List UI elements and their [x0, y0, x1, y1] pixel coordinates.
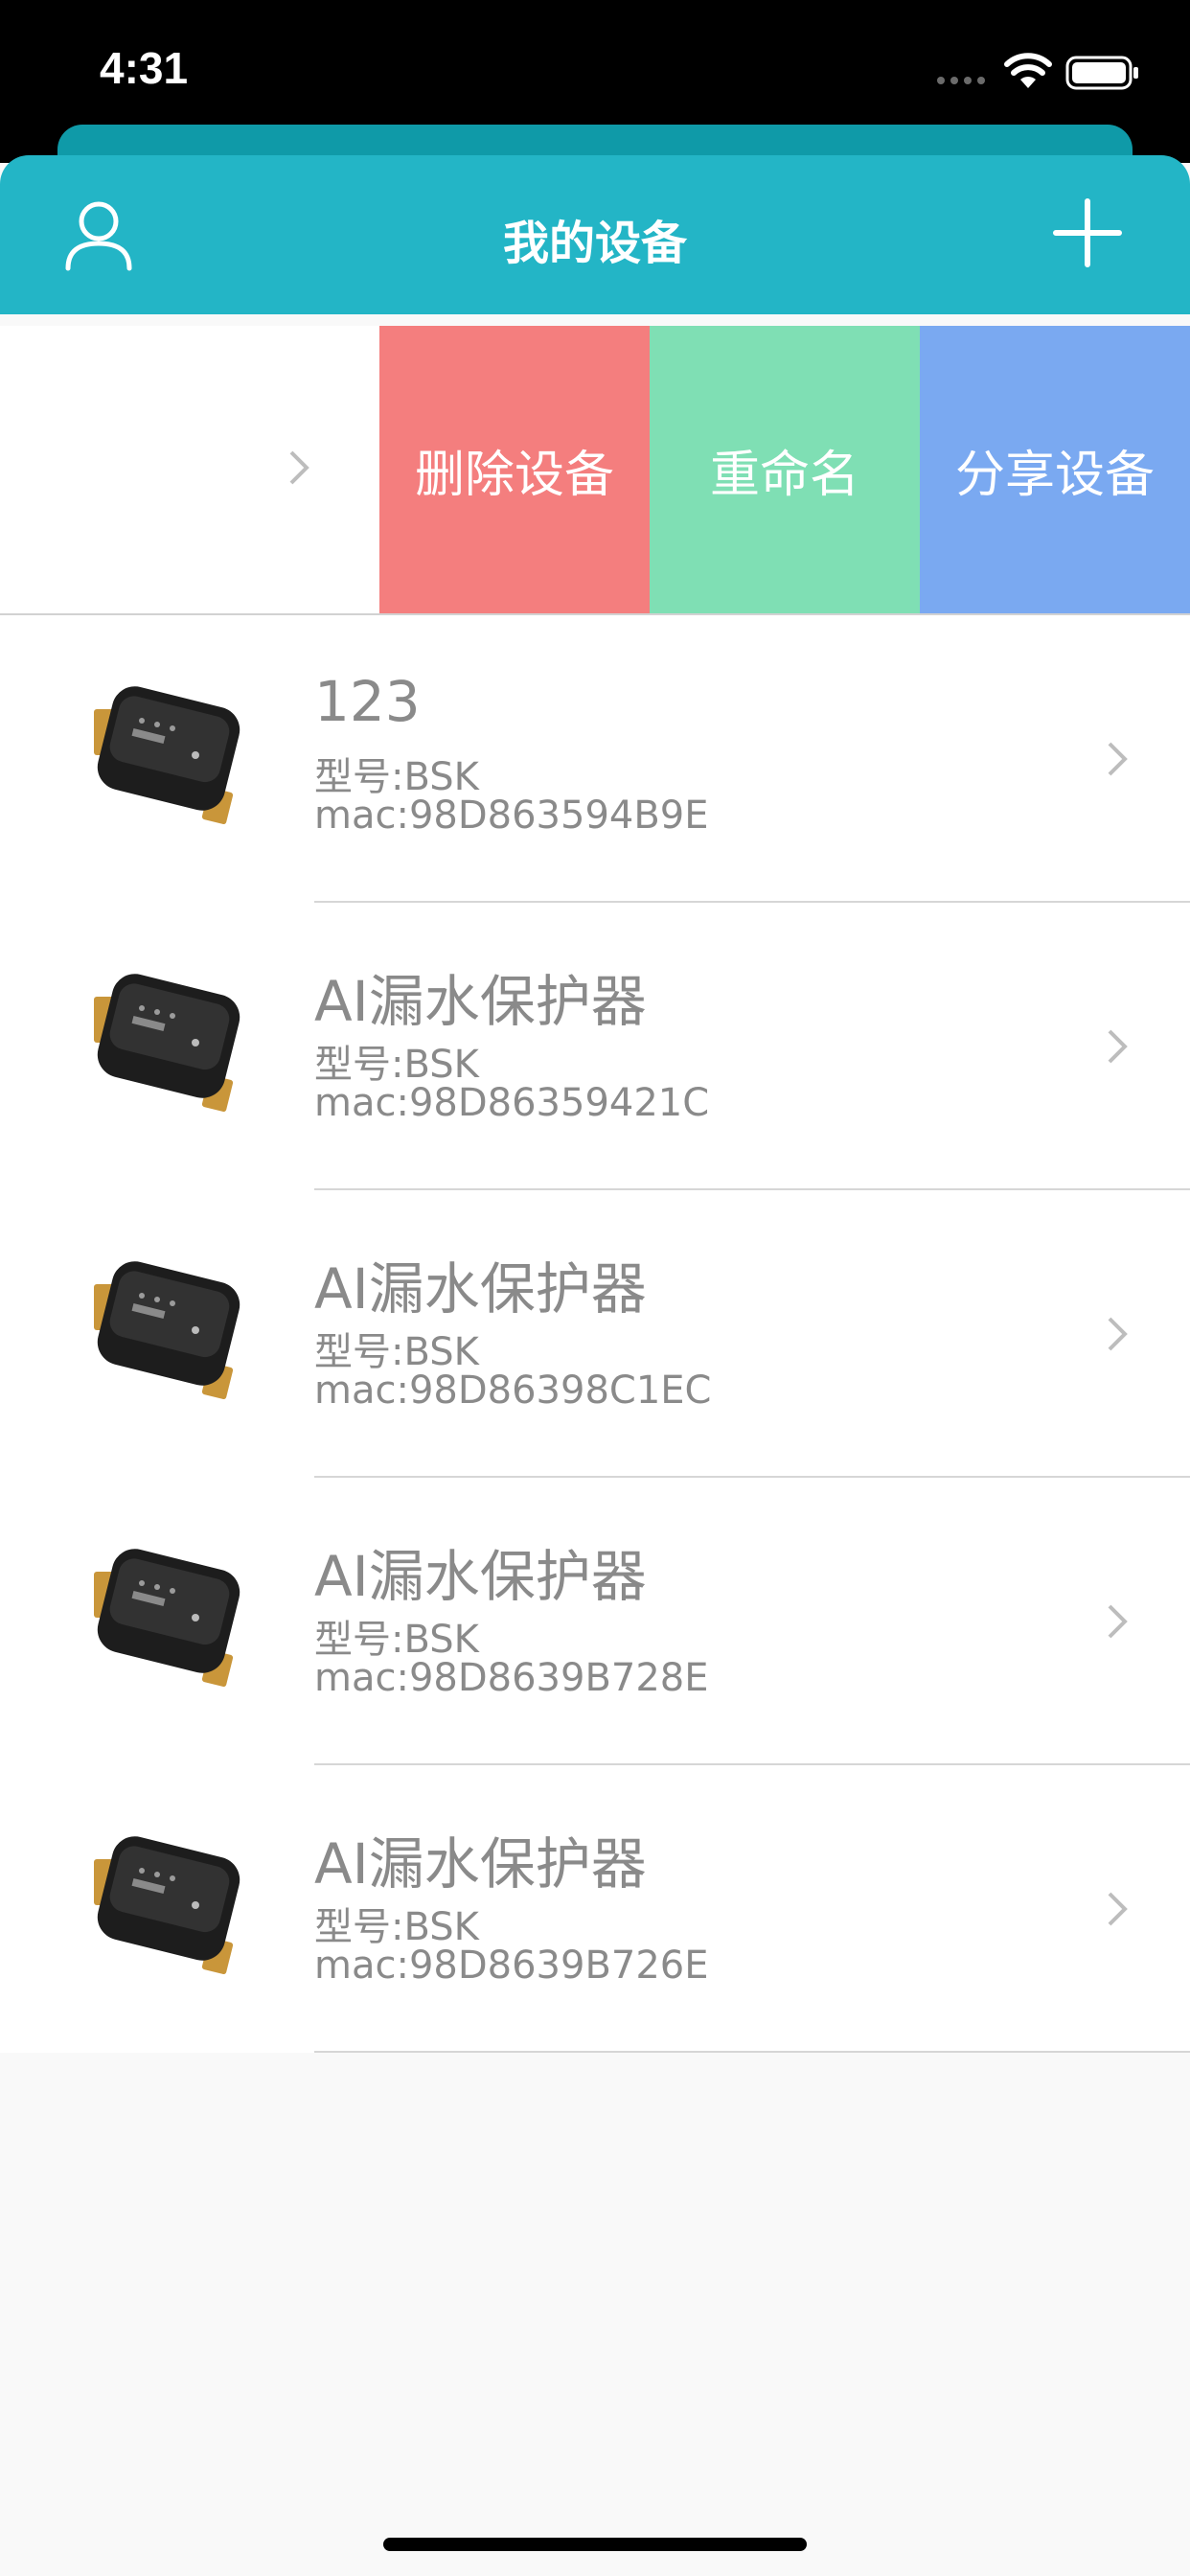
device-name: AI漏水保护器: [314, 969, 647, 1034]
device-thumbnail: [94, 1549, 240, 1688]
delete-device-button[interactable]: 删除设备: [379, 326, 650, 613]
rename-button[interactable]: 重命名: [650, 326, 920, 613]
page-title: 我的设备: [502, 217, 687, 270]
device-name: AI漏水保护器: [314, 1256, 647, 1322]
navigation-bar: 我的设备: [0, 155, 1190, 314]
divider: [314, 2051, 1190, 2053]
device-name: AI漏水保护器: [314, 1831, 647, 1897]
device-list: 123 型号:BSK mac:98D863594B9E AI漏水保护器 型号:B…: [0, 615, 1190, 2053]
share-device-button[interactable]: 分享设备: [920, 326, 1190, 613]
battery-icon: [1065, 56, 1138, 90]
cellular-signal-icon: [937, 77, 985, 84]
device-name: 123: [314, 669, 421, 734]
device-list-item[interactable]: AI漏水保护器 型号:BSK mac:98D8639B726E: [0, 1765, 1190, 2053]
device-mac: mac:98D86359421C: [314, 1081, 710, 1125]
device-list-item[interactable]: 123 型号:BSK mac:98D863594B9E: [0, 615, 1190, 903]
device-mac: mac:98D863594B9E: [314, 794, 709, 838]
status-time: 4:31: [100, 43, 189, 93]
plus-icon[interactable]: [1052, 197, 1123, 268]
device-name: AI漏水保护器: [314, 1544, 647, 1609]
chevron-right-icon: [1108, 1317, 1128, 1351]
chevron-right-icon: [289, 450, 309, 485]
device-mac: mac:98D8639B726E: [314, 1944, 709, 1988]
device-thumbnail: [94, 1261, 240, 1400]
chevron-right-icon: [1108, 1892, 1128, 1926]
swiped-device-row[interactable]: 删除设备 重命名 分享设备: [0, 326, 1190, 615]
device-mac: mac:98D8639B728E: [314, 1656, 709, 1700]
device-mac: mac:98D86398C1EC: [314, 1368, 712, 1413]
device-list-item[interactable]: AI漏水保护器 型号:BSK mac:98D86398C1EC: [0, 1190, 1190, 1478]
home-indicator: [383, 2538, 807, 2551]
device-thumbnail: [94, 974, 240, 1113]
chevron-right-icon: [1108, 1604, 1128, 1639]
device-thumbnail: [94, 1836, 240, 1975]
chevron-right-icon: [1108, 742, 1128, 776]
device-thumbnail: [94, 686, 240, 825]
wifi-icon: [1004, 53, 1052, 88]
device-list-item[interactable]: AI漏水保护器 型号:BSK mac:98D8639B728E: [0, 1478, 1190, 1765]
chevron-right-icon: [1108, 1029, 1128, 1064]
device-list-item[interactable]: AI漏水保护器 型号:BSK mac:98D86359421C: [0, 903, 1190, 1190]
